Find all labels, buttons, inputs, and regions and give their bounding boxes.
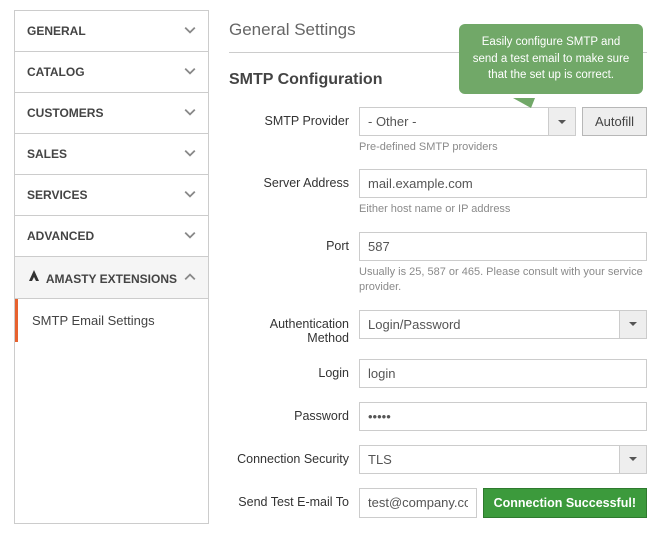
port-input[interactable] — [359, 232, 647, 261]
chevron-down-icon — [619, 310, 647, 339]
field-server-address: Server Address Either host name or IP ad… — [229, 161, 647, 217]
sidebar-item-label: Catalog — [27, 65, 85, 79]
field-label: Port — [229, 232, 359, 253]
sidebar-item-amasty-extensions[interactable]: Amasty Extensions — [15, 257, 208, 299]
chevron-up-icon — [184, 270, 196, 286]
chevron-down-icon — [184, 64, 196, 80]
select-value: - Other - — [359, 107, 548, 136]
chevron-down-icon — [619, 445, 647, 474]
chevron-down-icon — [184, 23, 196, 39]
sidebar-item-catalog[interactable]: Catalog — [15, 52, 208, 93]
server-address-input[interactable] — [359, 169, 647, 198]
sidebar-item-customers[interactable]: Customers — [15, 93, 208, 134]
test-email-input[interactable] — [359, 488, 477, 518]
field-port: Port Usually is 25, 587 or 465. Please c… — [229, 224, 647, 296]
chevron-down-icon — [548, 107, 576, 136]
sidebar-item-label: Amasty Extensions — [46, 272, 177, 286]
field-connection-security: Connection Security TLS — [229, 437, 647, 474]
sidebar-item-label: General — [27, 24, 86, 38]
field-label: SMTP Provider — [229, 107, 359, 128]
field-help: Pre-defined SMTP providers — [359, 140, 647, 155]
sidebar-item-advanced[interactable]: Advanced — [15, 216, 208, 257]
field-smtp-provider: SMTP Provider - Other - Autofill Pre-def… — [229, 99, 647, 155]
info-tooltip: Easily configure SMTP and send a test em… — [459, 24, 643, 94]
sidebar-item-label: Services — [27, 188, 87, 202]
main-content: Easily configure SMTP and send a test em… — [229, 10, 647, 524]
chevron-down-icon — [184, 228, 196, 244]
sidebar-item-label: Advanced — [27, 229, 94, 243]
field-help: Usually is 25, 587 or 465. Please consul… — [359, 265, 647, 296]
connection-test-button[interactable]: Connection Successful! — [483, 488, 647, 518]
auth-method-select[interactable]: Login/Password — [359, 310, 647, 339]
field-label: Send Test E-mail To — [229, 488, 359, 509]
tooltip-text: Easily configure SMTP and send a test em… — [473, 36, 630, 81]
sidebar-item-general[interactable]: General — [15, 11, 208, 52]
field-auth-method: Authentication Method Login/Password — [229, 302, 647, 345]
field-login: Login — [229, 351, 647, 388]
connection-security-select[interactable]: TLS — [359, 445, 647, 474]
sidebar-sub-label: SMTP Email Settings — [32, 313, 155, 328]
login-input[interactable] — [359, 359, 647, 388]
sidebar-item-services[interactable]: Services — [15, 175, 208, 216]
field-label: Connection Security — [229, 445, 359, 466]
field-label: Server Address — [229, 169, 359, 190]
autofill-button[interactable]: Autofill — [582, 107, 647, 136]
field-help: Either host name or IP address — [359, 202, 647, 217]
sidebar-item-label: Sales — [27, 147, 67, 161]
sidebar-sub-smtp-email-settings[interactable]: SMTP Email Settings — [15, 299, 208, 342]
amasty-logo-icon — [27, 269, 41, 286]
field-label: Login — [229, 359, 359, 380]
chevron-down-icon — [184, 105, 196, 121]
field-label: Authentication Method — [229, 310, 359, 345]
select-value: Login/Password — [359, 310, 619, 339]
sidebar-item-label: Customers — [27, 106, 103, 120]
password-input[interactable] — [359, 402, 647, 431]
field-label: Password — [229, 402, 359, 423]
settings-sidebar: General Catalog Customers Sales Services… — [14, 10, 209, 524]
field-password: Password — [229, 394, 647, 431]
field-send-test-email: Send Test E-mail To Connection Successfu… — [229, 480, 647, 518]
smtp-form: SMTP Provider - Other - Autofill Pre-def… — [229, 99, 647, 518]
smtp-provider-select[interactable]: - Other - — [359, 107, 576, 136]
chevron-down-icon — [184, 187, 196, 203]
sidebar-item-sales[interactable]: Sales — [15, 134, 208, 175]
chevron-down-icon — [184, 146, 196, 162]
select-value: TLS — [359, 445, 619, 474]
